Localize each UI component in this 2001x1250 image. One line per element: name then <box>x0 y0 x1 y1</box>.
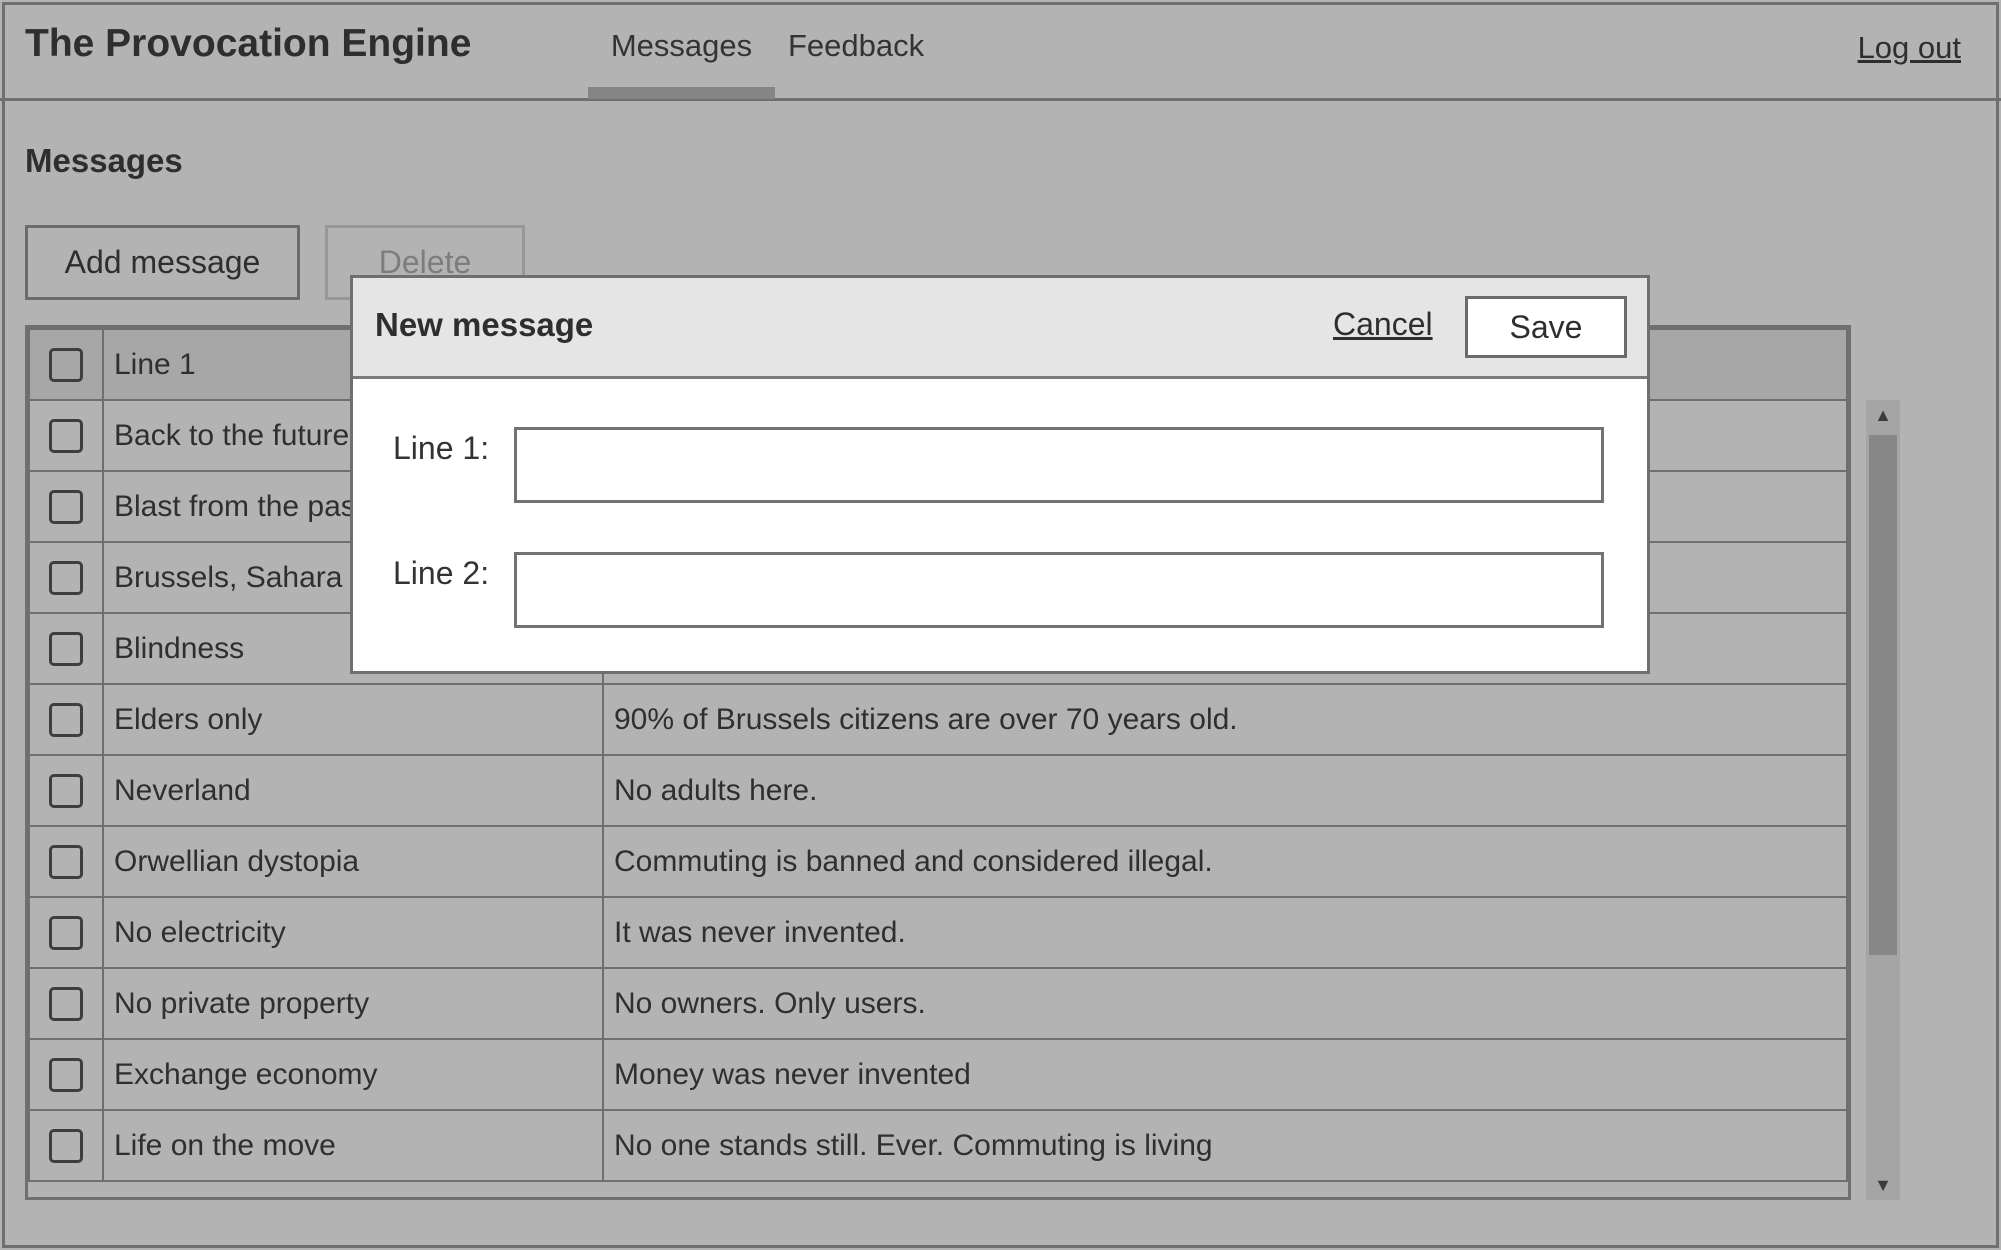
dialog-title: New message <box>375 306 594 343</box>
cell-line1: Exchange economy <box>102 1038 604 1111</box>
scroll-thumb[interactable] <box>1869 435 1897 955</box>
save-button[interactable]: Save <box>1465 296 1627 358</box>
cell-line2: Commuting is banned and considered illeg… <box>602 825 1848 898</box>
dialog-header: New message Cancel Save <box>353 278 1647 379</box>
cell-line1: Neverland <box>102 754 604 827</box>
cell-line2: It was never invented. <box>602 896 1848 969</box>
active-tab-indicator <box>588 87 775 99</box>
row-select-cell <box>28 470 104 543</box>
table-row[interactable]: Neverland No adults here. <box>28 754 1848 827</box>
line2-input[interactable] <box>514 552 1604 628</box>
top-header: The Provocation Engine Messages Feedback… <box>0 0 2001 101</box>
row-checkbox[interactable] <box>49 1058 83 1093</box>
cell-line2: No adults here. <box>602 754 1848 827</box>
logout-link[interactable]: Log out <box>1858 30 1961 66</box>
table-row[interactable]: Exchange economy Money was never invented <box>28 1038 1848 1111</box>
table-row[interactable]: Elders only 90% of Brussels citizens are … <box>28 683 1848 756</box>
tab-feedback[interactable]: Feedback <box>788 28 924 64</box>
cell-line1: No private property <box>102 967 604 1040</box>
new-message-dialog: New message Cancel Save Line 1: Line 2: <box>350 275 1650 674</box>
cell-line2: 90% of Brussels citizens are over 70 yea… <box>602 683 1848 756</box>
cell-line1: No electricity <box>102 896 604 969</box>
row-select-cell <box>28 683 104 756</box>
row-checkbox[interactable] <box>49 845 83 880</box>
row-checkbox[interactable] <box>49 916 83 951</box>
table-row[interactable]: Orwellian dystopia Commuting is banned an… <box>28 825 1848 898</box>
line1-input[interactable] <box>514 427 1604 503</box>
select-all-cell <box>28 328 104 401</box>
select-all-checkbox[interactable] <box>49 348 83 383</box>
row-select-cell <box>28 612 104 685</box>
table-row[interactable]: No private property No owners. Only users… <box>28 967 1848 1040</box>
row-checkbox[interactable] <box>49 774 83 809</box>
row-select-cell <box>28 541 104 614</box>
app-title: The Provocation Engine <box>25 22 472 65</box>
row-checkbox[interactable] <box>49 490 83 525</box>
cell-line1: Elders only <box>102 683 604 756</box>
table-row[interactable]: Life on the move No one stands still. Eve… <box>28 1109 1848 1182</box>
row-checkbox[interactable] <box>49 632 83 667</box>
row-select-cell <box>28 1038 104 1111</box>
line2-label: Line 2: <box>393 555 490 591</box>
row-checkbox[interactable] <box>49 987 83 1022</box>
line1-label: Line 1: <box>393 430 490 466</box>
row-select-cell <box>28 399 104 472</box>
row-checkbox[interactable] <box>49 561 83 596</box>
row-checkbox[interactable] <box>49 703 83 738</box>
row-checkbox[interactable] <box>49 419 83 454</box>
row-checkbox[interactable] <box>49 1129 83 1164</box>
add-message-button[interactable]: Add message <box>25 225 300 300</box>
cancel-link[interactable]: Cancel <box>1333 306 1433 343</box>
row-select-cell <box>28 825 104 898</box>
cell-line2: No one stands still. Ever. Commuting is … <box>602 1109 1848 1182</box>
row-select-cell <box>28 1109 104 1182</box>
table-row[interactable]: No electricity It was never invented. <box>28 896 1848 969</box>
scroll-up-arrow-icon[interactable]: ▲ <box>1866 400 1900 430</box>
cell-line1: Orwellian dystopia <box>102 825 604 898</box>
page-title: Messages <box>25 142 183 179</box>
row-select-cell <box>28 754 104 827</box>
table-scrollbar[interactable]: ▲ ▼ <box>1866 400 1900 1200</box>
row-select-cell <box>28 896 104 969</box>
cell-line2: No owners. Only users. <box>602 967 1848 1040</box>
cell-line2: Money was never invented <box>602 1038 1848 1111</box>
scroll-down-arrow-icon[interactable]: ▼ <box>1866 1170 1900 1200</box>
row-select-cell <box>28 967 104 1040</box>
cell-line1: Life on the move <box>102 1109 604 1182</box>
